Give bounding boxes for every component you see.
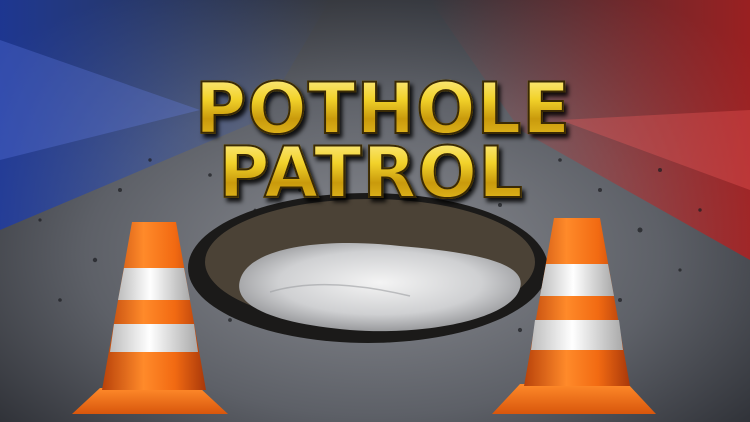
title-patrol: PATROL bbox=[0, 131, 746, 215]
pothole-patrol-graphic: POTHOLE PATROL bbox=[0, 0, 750, 422]
